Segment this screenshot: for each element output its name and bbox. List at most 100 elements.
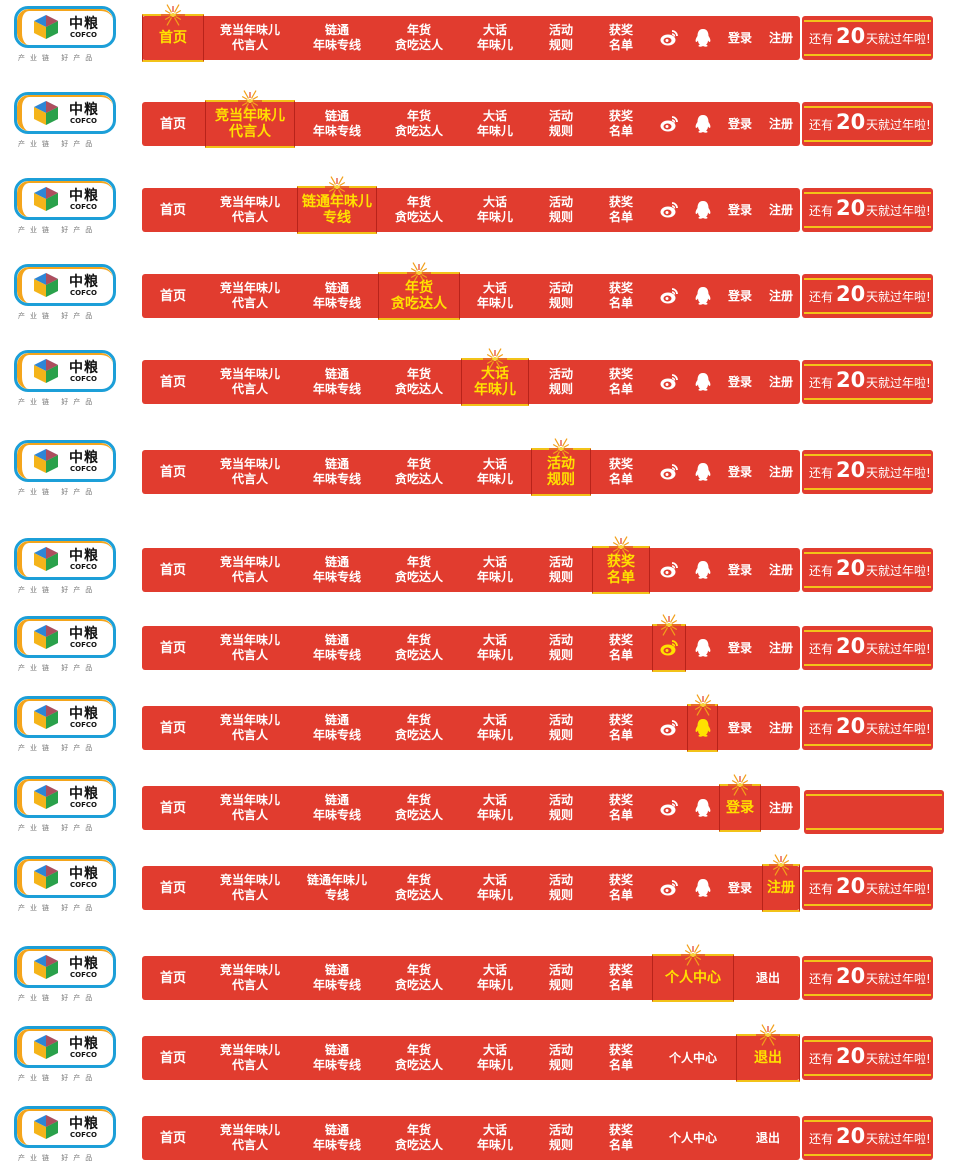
nav-item-qq[interactable] [687,626,718,670]
nav-item-rules[interactable]: 活动 规则 [531,102,591,146]
nav-item-rules[interactable]: 活动 规则 [531,866,591,910]
nav-item-spokesperson[interactable]: 竞当年味儿 代言人 [205,1036,295,1080]
nav-item-rules[interactable]: 活动 规则 [531,786,591,830]
nav-item-special-line[interactable]: 链通 年味专线 [297,274,377,318]
nav-item-talk[interactable]: 大话 年味儿 [461,16,529,60]
nav-item-home[interactable]: 首页 [142,188,204,232]
nav-item-special-line[interactable]: 链通 年味专线 [297,450,377,494]
nav-item-logout[interactable]: 退出 [736,1024,800,1082]
nav-item-special-line[interactable]: 链通 年味专线 [297,16,377,60]
nav-item-foodie[interactable]: 年货 贪吃达人 [378,1036,460,1080]
nav-item-foodie[interactable]: 年货 贪吃达人 [378,786,460,830]
nav-item-foodie[interactable]: 年货 贪吃达人 [378,102,460,146]
cofco-logo[interactable]: 中粮 COFCO 产业链 好产品 [14,1106,124,1166]
nav-item-rules[interactable]: 活动 规则 [531,1036,591,1080]
nav-item-spokesperson[interactable]: 竞当年味儿 代言人 [205,1116,295,1160]
nav-item-talk[interactable]: 大话 年味儿 [461,188,529,232]
nav-item-login[interactable]: 登录 [719,626,761,670]
nav-item-spokesperson[interactable]: 竞当年味儿 代言人 [205,360,295,404]
cofco-logo[interactable]: 中粮 COFCO 产业链 好产品 [14,616,124,676]
cofco-logo[interactable]: 中粮 COFCO 产业链 好产品 [14,350,124,410]
nav-item-weibo[interactable] [652,706,686,750]
nav-item-weibo[interactable] [652,614,686,672]
cofco-logo[interactable]: 中粮 COFCO 产业链 好产品 [14,538,124,598]
nav-item-spokesperson[interactable]: 竞当年味儿 代言人 [205,956,295,1000]
nav-item-talk[interactable]: 大话 年味儿 [461,548,529,592]
nav-item-home[interactable]: 首页 [142,1116,204,1160]
nav-item-register[interactable]: 注册 [762,786,800,830]
nav-item-winners[interactable]: 获奖 名单 [592,786,650,830]
nav-item-logout[interactable]: 退出 [736,1116,800,1160]
nav-item-talk[interactable]: 大话 年味儿 [461,706,529,750]
nav-item-weibo[interactable] [652,16,686,60]
nav-item-qq[interactable] [687,274,718,318]
nav-item-winners[interactable]: 获奖 名单 [592,360,650,404]
nav-item-qq[interactable] [687,188,718,232]
nav-item-special-line[interactable]: 链通 年味专线 [297,786,377,830]
nav-item-spokesperson[interactable]: 竞当年味儿 代言人 [205,90,295,148]
nav-item-register[interactable]: 注册 [762,626,800,670]
nav-item-winners[interactable]: 获奖 名单 [592,188,650,232]
nav-item-register[interactable]: 注册 [762,548,800,592]
nav-item-login[interactable]: 登录 [719,866,761,910]
nav-item-home[interactable]: 首页 [142,1036,204,1080]
nav-item-special-line[interactable]: 链通 年味专线 [297,548,377,592]
nav-item-special-line[interactable]: 链通年味儿 专线 [297,176,377,234]
nav-item-home[interactable]: 首页 [142,274,204,318]
nav-item-weibo[interactable] [652,188,686,232]
nav-item-spokesperson[interactable]: 竞当年味儿 代言人 [205,274,295,318]
nav-item-login[interactable]: 登录 [719,450,761,494]
nav-item-talk[interactable]: 大话 年味儿 [461,1036,529,1080]
nav-item-weibo[interactable] [652,274,686,318]
nav-item-home[interactable]: 首页 [142,786,204,830]
nav-item-register[interactable]: 注册 [762,102,800,146]
nav-item-qq[interactable] [687,16,718,60]
nav-item-foodie[interactable]: 年货 贪吃达人 [378,1116,460,1160]
nav-item-spokesperson[interactable]: 竞当年味儿 代言人 [205,450,295,494]
nav-item-user-center[interactable]: 个人中心 [652,944,734,1002]
nav-item-special-line[interactable]: 链通年味儿 专线 [297,866,377,910]
nav-item-qq[interactable] [687,102,718,146]
nav-item-foodie[interactable]: 年货 贪吃达人 [378,548,460,592]
nav-item-talk[interactable]: 大话 年味儿 [461,866,529,910]
nav-item-weibo[interactable] [652,786,686,830]
nav-item-home[interactable]: 首页 [142,866,204,910]
nav-item-qq[interactable] [687,786,718,830]
nav-item-qq[interactable] [687,450,718,494]
nav-item-winners[interactable]: 获奖 名单 [592,16,650,60]
nav-item-weibo[interactable] [652,548,686,592]
nav-item-home[interactable]: 首页 [142,548,204,592]
cofco-logo[interactable]: 中粮 COFCO 产业链 好产品 [14,264,124,324]
nav-item-register[interactable]: 注册 [762,450,800,494]
nav-item-qq[interactable] [687,548,718,592]
nav-item-qq[interactable] [687,694,718,752]
nav-item-special-line[interactable]: 链通 年味专线 [297,626,377,670]
nav-item-foodie[interactable]: 年货 贪吃达人 [378,706,460,750]
nav-item-login[interactable]: 登录 [719,16,761,60]
nav-item-winners[interactable]: 获奖 名单 [592,274,650,318]
nav-item-talk[interactable]: 大话 年味儿 [461,450,529,494]
nav-item-rules[interactable]: 活动 规则 [531,706,591,750]
nav-item-talk[interactable]: 大话 年味儿 [461,626,529,670]
nav-item-winners[interactable]: 获奖 名单 [592,1036,650,1080]
nav-item-special-line[interactable]: 链通 年味专线 [297,1036,377,1080]
nav-item-foodie[interactable]: 年货 贪吃达人 [378,626,460,670]
nav-item-spokesperson[interactable]: 竞当年味儿 代言人 [205,188,295,232]
nav-item-special-line[interactable]: 链通 年味专线 [297,706,377,750]
nav-item-home[interactable]: 首页 [142,360,204,404]
nav-item-winners[interactable]: 获奖 名单 [592,450,650,494]
nav-item-rules[interactable]: 活动 规则 [531,956,591,1000]
nav-item-rules[interactable]: 活动 规则 [531,274,591,318]
nav-item-rules[interactable]: 活动 规则 [531,548,591,592]
cofco-logo[interactable]: 中粮 COFCO 产业链 好产品 [14,1026,124,1086]
nav-item-foodie[interactable]: 年货 贪吃达人 [378,450,460,494]
nav-item-home[interactable]: 首页 [142,706,204,750]
nav-item-home[interactable]: 首页 [142,626,204,670]
cofco-logo[interactable]: 中粮 COFCO 产业链 好产品 [14,178,124,238]
nav-item-weibo[interactable] [652,360,686,404]
nav-item-winners[interactable]: 获奖 名单 [592,1116,650,1160]
nav-item-register[interactable]: 注册 [762,274,800,318]
cofco-logo[interactable]: 中粮 COFCO 产业链 好产品 [14,696,124,756]
nav-item-winners[interactable]: 获奖 名单 [592,102,650,146]
nav-item-winners[interactable]: 获奖 名单 [592,536,650,594]
